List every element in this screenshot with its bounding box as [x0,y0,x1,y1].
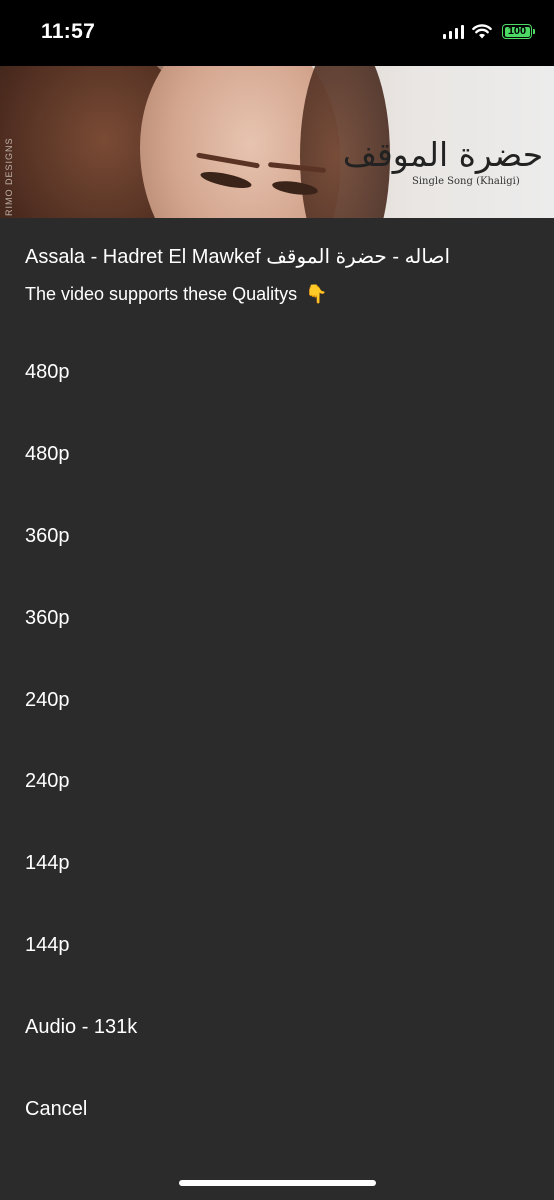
quality-option-240p[interactable]: 240p [0,659,554,741]
quality-option-480p[interactable]: 480p [0,332,554,414]
status-icons: 100 [442,24,535,39]
quality-option-144p[interactable]: 144p [0,823,554,905]
thumbnail-watermark: RIMO DESIGNS [4,137,14,216]
thumbnail-title: حضرة الموقف [342,135,544,174]
quality-option-144p[interactable]: 144p [0,905,554,987]
quality-options: 480p 480p 360p 360p 240p 240p 144p 144p … [0,332,554,1150]
cancel-button[interactable]: Cancel [0,1068,554,1150]
thumbnail-subtitle: Single Song (Khaligi) [412,176,520,187]
status-time: 11:57 [41,20,96,43]
home-indicator[interactable] [179,1180,376,1186]
video-title: Assala - Hadret El Mawkef اصاله - حضرة ا… [25,246,451,268]
video-thumbnail: RIMO DESIGNS حضرة الموقف Single Song (Kh… [0,66,554,218]
audio-option[interactable]: Audio - 131k [0,986,554,1068]
quality-option-240p[interactable]: 240p [0,741,554,823]
battery-icon: 100 [502,24,535,39]
wifi-icon [472,24,492,39]
quality-option-360p[interactable]: 360p [0,577,554,659]
quality-option-480p[interactable]: 480p [0,414,554,496]
signal-icon [442,25,464,39]
quality-option-360p[interactable]: 360p [0,496,554,578]
quality-action-sheet: Assala - Hadret El Mawkef اصاله - حضرة ا… [0,218,554,1200]
sheet-message-text: The video supports these Qualitys [25,284,298,304]
battery-level: 100 [507,25,527,37]
pointing-down-icon: 👇 [305,284,328,304]
status-bar: 11:57 100 [0,0,554,66]
sheet-message: The video supports these Qualitys 👇 [25,284,328,305]
